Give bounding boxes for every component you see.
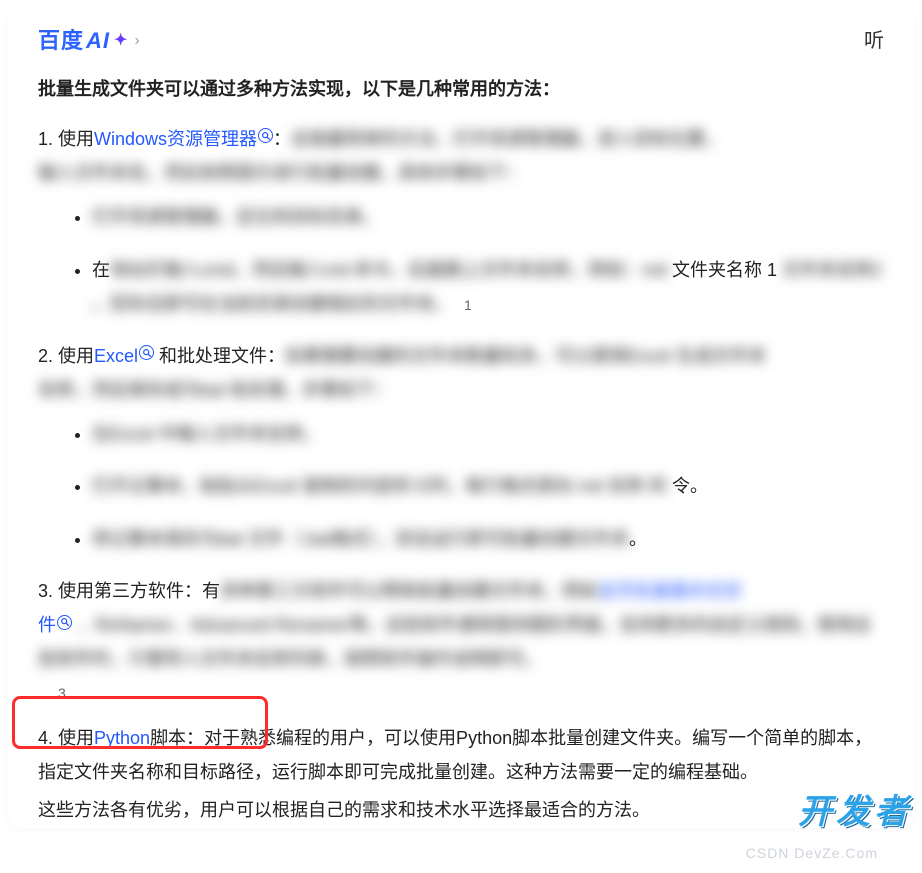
method-1: 1. 使用Windows资源管理器 ：这是最简单的方法，打开资源管理器，进入目标位… <box>38 122 884 190</box>
blurred-text: 名称，然后保存成为bat 批处理。步骤如下： <box>38 380 392 400</box>
m3-after: 有 <box>202 581 220 601</box>
idx-1: 1. <box>38 129 58 149</box>
method-4: 4. 使用Python脚本：对于熟悉编程的用户，可以使用Python脚本批量创建… <box>38 721 884 789</box>
m4-strong2: 脚本： <box>150 728 204 748</box>
blurred-text: 地址栏输入cmd，然后输入md 命令。后面跟上文件夹名称，例如：md <box>110 260 672 280</box>
brand-ai: AI <box>86 20 110 62</box>
m1-strong: 使用 <box>58 129 94 149</box>
m1-li2-tail: 文件夹名称 <box>672 260 762 280</box>
method-3: 3. 使用第三方软件：有多种第三方软件可以帮助批量创建文件夹，例如金芳批量重命名… <box>38 574 884 707</box>
blurred-text: 在Excel 中输入文件夹名称。 <box>92 424 321 444</box>
blurred-text: 输入文件夹名。然后依照提示进行批量创建。具体步骤如下： <box>38 163 524 183</box>
intro-text: 批量生成文件夹可以通过多种方法实现，以下是几种常用的方法： <box>38 72 884 106</box>
ref-3[interactable]: 3 <box>58 680 884 707</box>
m2-strong: 使用 <box>58 346 94 366</box>
listen-button[interactable]: 听 <box>864 22 884 60</box>
link-third-party[interactable]: 金芳批量重命名软 <box>598 581 742 601</box>
link-third-party-2[interactable]: 件 <box>38 615 56 635</box>
blurred-text: 多种第三方软件可以帮助批量创建文件夹，例如 <box>220 581 598 601</box>
link-excel[interactable]: Excel <box>94 346 138 366</box>
blurred-text: 、ReNamer、Advanced Renamer等。这些软件通常提供图形界面，… <box>38 615 871 669</box>
ref-1[interactable]: 1 <box>464 297 472 313</box>
m2-sublist: 在Excel 中输入文件夹名称。 打开记事本，粘贴从Excel 复制的内容到 D… <box>38 417 884 556</box>
m3-strong: 使用第三方软件： <box>58 581 202 601</box>
blurred-text: 打开资源管理器，定位到目标目录。 <box>92 207 380 227</box>
list-item: 将记事本保存为bat 文件（.bat格式），双击运行即可批量创建文件夹。 <box>92 522 884 556</box>
link-python[interactable]: Python <box>94 728 150 748</box>
idx-4: 4. <box>38 728 58 748</box>
search-icon[interactable] <box>139 345 154 360</box>
list-item: 在地址栏输入cmd，然后输入md 命令。后面跟上文件夹名称，例如：md 文件夹名… <box>92 253 884 321</box>
list-item: 打开记事本，粘贴从Excel 复制的内容到 D列，每行格式类似 md 名称 的 … <box>92 469 884 503</box>
watermark-logo: 开发者 <box>798 780 912 845</box>
closing-text: 这些方法各有优劣，用户可以根据自己的需求和技术水平选择最适合的方法。 <box>38 793 884 827</box>
blurred-text: 将记事本保存为bat 文件（.bat格式），双击运行即可批量创建文件夹 <box>92 529 629 549</box>
method-2: 2. 使用Excel 和批处理文件：如果需要创建的文件夹数量较多，可以使用Exc… <box>38 339 884 407</box>
brand-badge[interactable]: 百度AI✦ › <box>38 20 141 62</box>
blurred-text: 如果需要创建的文件夹数量较多，可以使用Excel 生成文件夹 <box>285 346 766 366</box>
idx-2: 2. <box>38 346 58 366</box>
brand-label: 百度 <box>38 20 84 62</box>
m4-strong: 使用 <box>58 728 94 748</box>
blurred-text: 这是最简单的方法，打开资源管理器，进入目标位置， <box>291 129 723 149</box>
header-row: 百度AI✦ › 听 <box>38 20 884 62</box>
blurred-text: ，每行格式类似 md 名称 的 <box>447 476 667 496</box>
m2-li3-tail: 。 <box>629 529 647 549</box>
chevron-right-icon: › <box>134 26 140 56</box>
m2-li2-tail: 令。 <box>672 476 708 496</box>
list-item: 在Excel 中输入文件夹名称。 <box>92 417 884 451</box>
m1-li3-a: 1 <box>767 260 782 280</box>
search-icon[interactable] <box>258 128 273 143</box>
m2-after: 和批处理文件： <box>159 346 285 366</box>
ai-answer-card: 百度AI✦ › 听 批量生成文件夹可以通过多种方法实现，以下是几种常用的方法： … <box>8 6 914 828</box>
sparkle-icon: ✦ <box>114 26 128 56</box>
m1-after: ： <box>273 129 291 149</box>
search-icon[interactable] <box>57 615 72 630</box>
watermark-site: CSDN DevZe.Com <box>746 840 878 867</box>
blurred-text: 打开记事本，粘贴从Excel 复制的内容到 D列 <box>92 476 447 496</box>
m1-sublist: 打开资源管理器，定位到目标目录。 在地址栏输入cmd，然后输入md 命令。后面跟… <box>38 200 884 321</box>
link-windows-explorer[interactable]: Windows资源管理器 <box>94 129 257 149</box>
m1-li2-pre: 在 <box>92 260 110 280</box>
idx-3: 3. <box>38 581 58 601</box>
list-item: 打开资源管理器，定位到目标目录。 <box>92 200 884 234</box>
